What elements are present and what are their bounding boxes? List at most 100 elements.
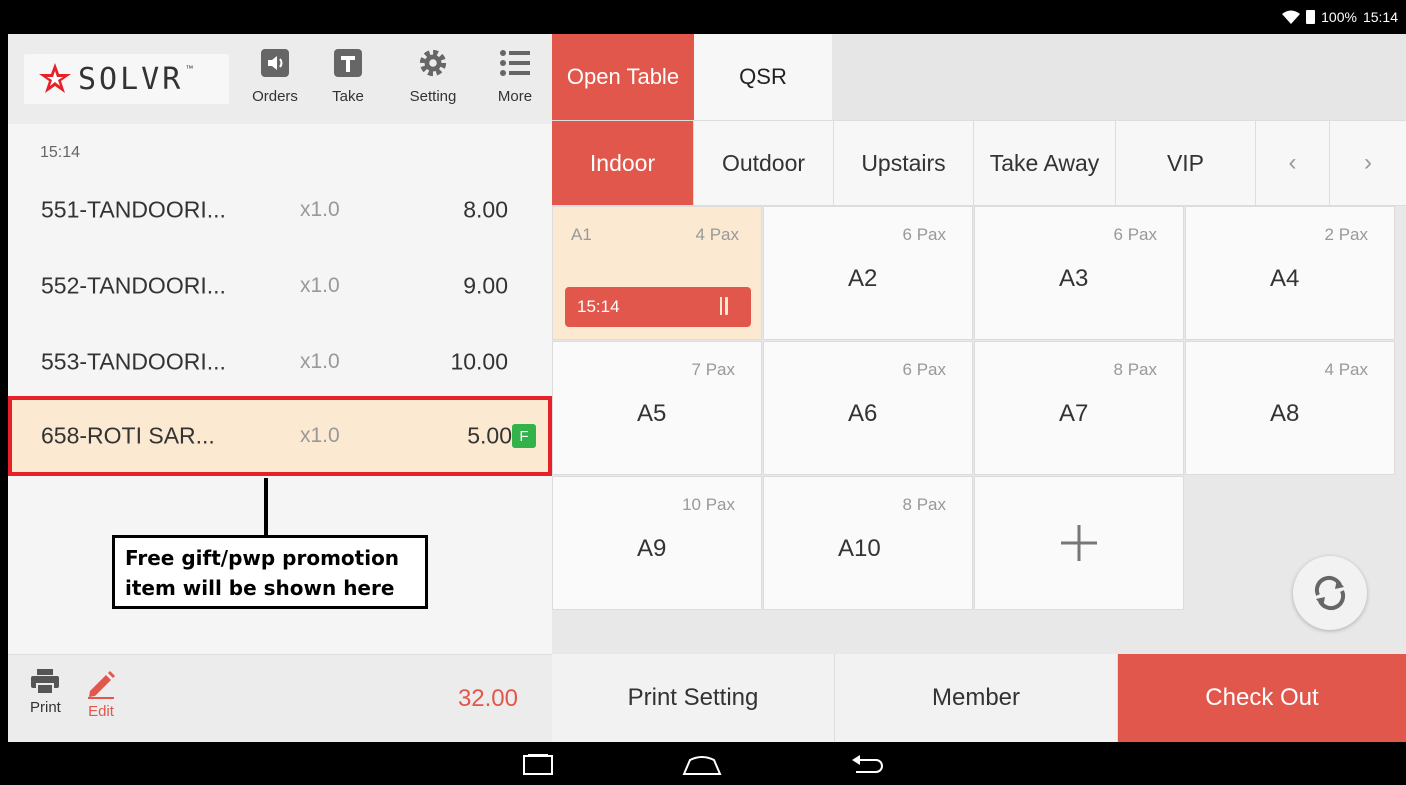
refresh-icon bbox=[1314, 575, 1346, 611]
table-time: 15:14 bbox=[577, 297, 620, 316]
tab-label: Open Table bbox=[566, 64, 680, 89]
speaker-icon bbox=[260, 48, 290, 78]
area-tab-label: Outdoor bbox=[721, 149, 806, 176]
pencil-icon bbox=[88, 671, 115, 699]
clock: 15:14 bbox=[1362, 9, 1398, 25]
order-item[interactable]: 552-TANDOORI... x1.0 9.00 bbox=[8, 254, 552, 318]
gear-icon bbox=[418, 48, 448, 78]
print-button[interactable]: Print bbox=[30, 669, 61, 716]
order-time: 15:14 bbox=[40, 144, 81, 161]
add-table-button[interactable] bbox=[974, 476, 1184, 610]
area-tab-label: VIP bbox=[1166, 149, 1205, 176]
table-pax: 8 Pax bbox=[902, 495, 946, 514]
printer-icon bbox=[31, 669, 60, 695]
order-item-qty: x1.0 bbox=[300, 274, 340, 297]
category-tabs: Open Table QSR bbox=[552, 34, 1406, 120]
solvr-logo: SOLVR ™ bbox=[24, 54, 229, 104]
area-tab-outdoor[interactable]: Outdoor bbox=[694, 121, 834, 205]
print-label: Print bbox=[30, 699, 61, 716]
checkout-label: Check Out bbox=[1205, 684, 1319, 711]
more-button[interactable]: More bbox=[486, 44, 544, 114]
table-name: A2 bbox=[848, 265, 878, 292]
member-button[interactable]: Member bbox=[835, 654, 1118, 742]
table-panel: Open Table QSR Indoor Outdoor Upstairs T… bbox=[552, 34, 1406, 742]
order-item[interactable]: 553-TANDOORI... x1.0 10.00 bbox=[8, 330, 552, 394]
wifi-icon bbox=[1282, 10, 1301, 24]
list-icon bbox=[500, 48, 530, 78]
table-pax: 4 Pax bbox=[695, 225, 739, 244]
order-item-free-gift[interactable]: 658-ROTI SAR... x1.0 5.00 F bbox=[8, 396, 552, 476]
table-pax: 6 Pax bbox=[902, 360, 946, 379]
table-a8[interactable]: 4 Pax A8 bbox=[1185, 341, 1395, 475]
more-label: More bbox=[497, 88, 533, 105]
back-icon[interactable] bbox=[850, 754, 886, 776]
area-tab-label: Indoor bbox=[589, 149, 656, 176]
solvr-star-icon bbox=[39, 63, 71, 93]
order-total: 32.00 bbox=[457, 685, 518, 712]
order-panel-header: SOLVR ™ Orders Take Setting More bbox=[8, 34, 552, 124]
order-item-qty: x1.0 bbox=[300, 424, 340, 447]
print-setting-label: Print Setting bbox=[627, 684, 759, 711]
table-pax: 6 Pax bbox=[902, 225, 946, 244]
table-name: A6 bbox=[848, 400, 878, 427]
table-pax: 10 Pax bbox=[682, 495, 735, 514]
order-item-name: 553-TANDOORI... bbox=[41, 348, 226, 375]
area-tab-label: Upstairs bbox=[861, 149, 946, 176]
order-item-name: 658-ROTI SAR... bbox=[41, 422, 215, 449]
order-item-price: 9.00 bbox=[463, 272, 508, 299]
table-a3[interactable]: 6 Pax A3 bbox=[974, 206, 1184, 340]
take-button[interactable]: Take bbox=[322, 44, 374, 114]
table-pax: 4 Pax bbox=[1324, 360, 1368, 379]
area-tab-upstairs[interactable]: Upstairs bbox=[834, 121, 974, 205]
area-tab-vip[interactable]: VIP bbox=[1116, 121, 1256, 205]
orders-button[interactable]: Orders bbox=[246, 44, 304, 114]
order-item-name: 552-TANDOORI... bbox=[41, 272, 226, 299]
area-next-button[interactable]: › bbox=[1330, 121, 1406, 205]
home-icon[interactable] bbox=[682, 754, 722, 776]
table-a2[interactable]: 6 Pax A2 bbox=[763, 206, 973, 340]
recent-apps-icon[interactable] bbox=[520, 754, 556, 776]
table-timer: 15:14 bbox=[565, 287, 751, 327]
annotation-callout: Free gift/pwp promotion item will be sho… bbox=[112, 535, 428, 609]
order-item-price: 8.00 bbox=[463, 196, 508, 223]
free-gift-badge: F bbox=[512, 424, 536, 448]
tab-qsr[interactable]: QSR bbox=[694, 34, 832, 120]
order-panel: SOLVR ™ Orders Take Setting More 15:14 5… bbox=[8, 34, 552, 742]
area-tab-label: Take Away bbox=[989, 149, 1100, 176]
status-bar: 100% 15:14 bbox=[0, 0, 1406, 34]
order-item[interactable]: 551-TANDOORI... x1.0 8.00 bbox=[8, 178, 552, 242]
member-label: Member bbox=[931, 684, 1021, 711]
callout-line-2: item will be shown here bbox=[125, 576, 395, 600]
table-a5[interactable]: 7 Pax A5 bbox=[552, 341, 762, 475]
table-a7[interactable]: 8 Pax A7 bbox=[974, 341, 1184, 475]
action-bar: Print Setting Member Check Out bbox=[552, 654, 1406, 742]
refresh-button[interactable] bbox=[1293, 556, 1367, 630]
table-a10[interactable]: 8 Pax A10 bbox=[763, 476, 973, 610]
table-pax: 8 Pax bbox=[1113, 360, 1157, 379]
chevron-right-icon: › bbox=[1364, 149, 1372, 176]
table-a9[interactable]: 10 Pax A9 bbox=[552, 476, 762, 610]
take-label: Take bbox=[332, 88, 364, 105]
setting-button[interactable]: Setting bbox=[398, 44, 468, 114]
area-tab-take-away[interactable]: Take Away bbox=[974, 121, 1116, 205]
area-tabs: Indoor Outdoor Upstairs Take Away VIP ‹ … bbox=[552, 120, 1406, 206]
table-a1[interactable]: A1 4 Pax 15:14 bbox=[552, 206, 762, 340]
tab-open-table[interactable]: Open Table bbox=[552, 34, 694, 120]
checkout-button[interactable]: Check Out bbox=[1118, 654, 1406, 742]
callout-line-1: Free gift/pwp promotion bbox=[125, 546, 400, 570]
table-a6[interactable]: 6 Pax A6 bbox=[763, 341, 973, 475]
area-prev-button[interactable]: ‹ bbox=[1256, 121, 1330, 205]
t-square-icon bbox=[333, 48, 363, 78]
edit-label: Edit bbox=[88, 703, 114, 720]
edit-button[interactable]: Edit bbox=[86, 669, 116, 720]
table-name: A5 bbox=[637, 400, 667, 427]
order-panel-footer: Print Edit 32.00 bbox=[8, 654, 552, 742]
battery-level: 100% bbox=[1321, 9, 1357, 25]
system-nav-bar bbox=[0, 742, 1406, 785]
battery-icon bbox=[1306, 10, 1316, 24]
table-name: A4 bbox=[1270, 265, 1300, 292]
table-a4[interactable]: 2 Pax A4 bbox=[1185, 206, 1395, 340]
print-setting-button[interactable]: Print Setting bbox=[552, 654, 835, 742]
area-tab-indoor[interactable]: Indoor bbox=[552, 121, 694, 205]
logo-trademark: ™ bbox=[185, 64, 194, 73]
